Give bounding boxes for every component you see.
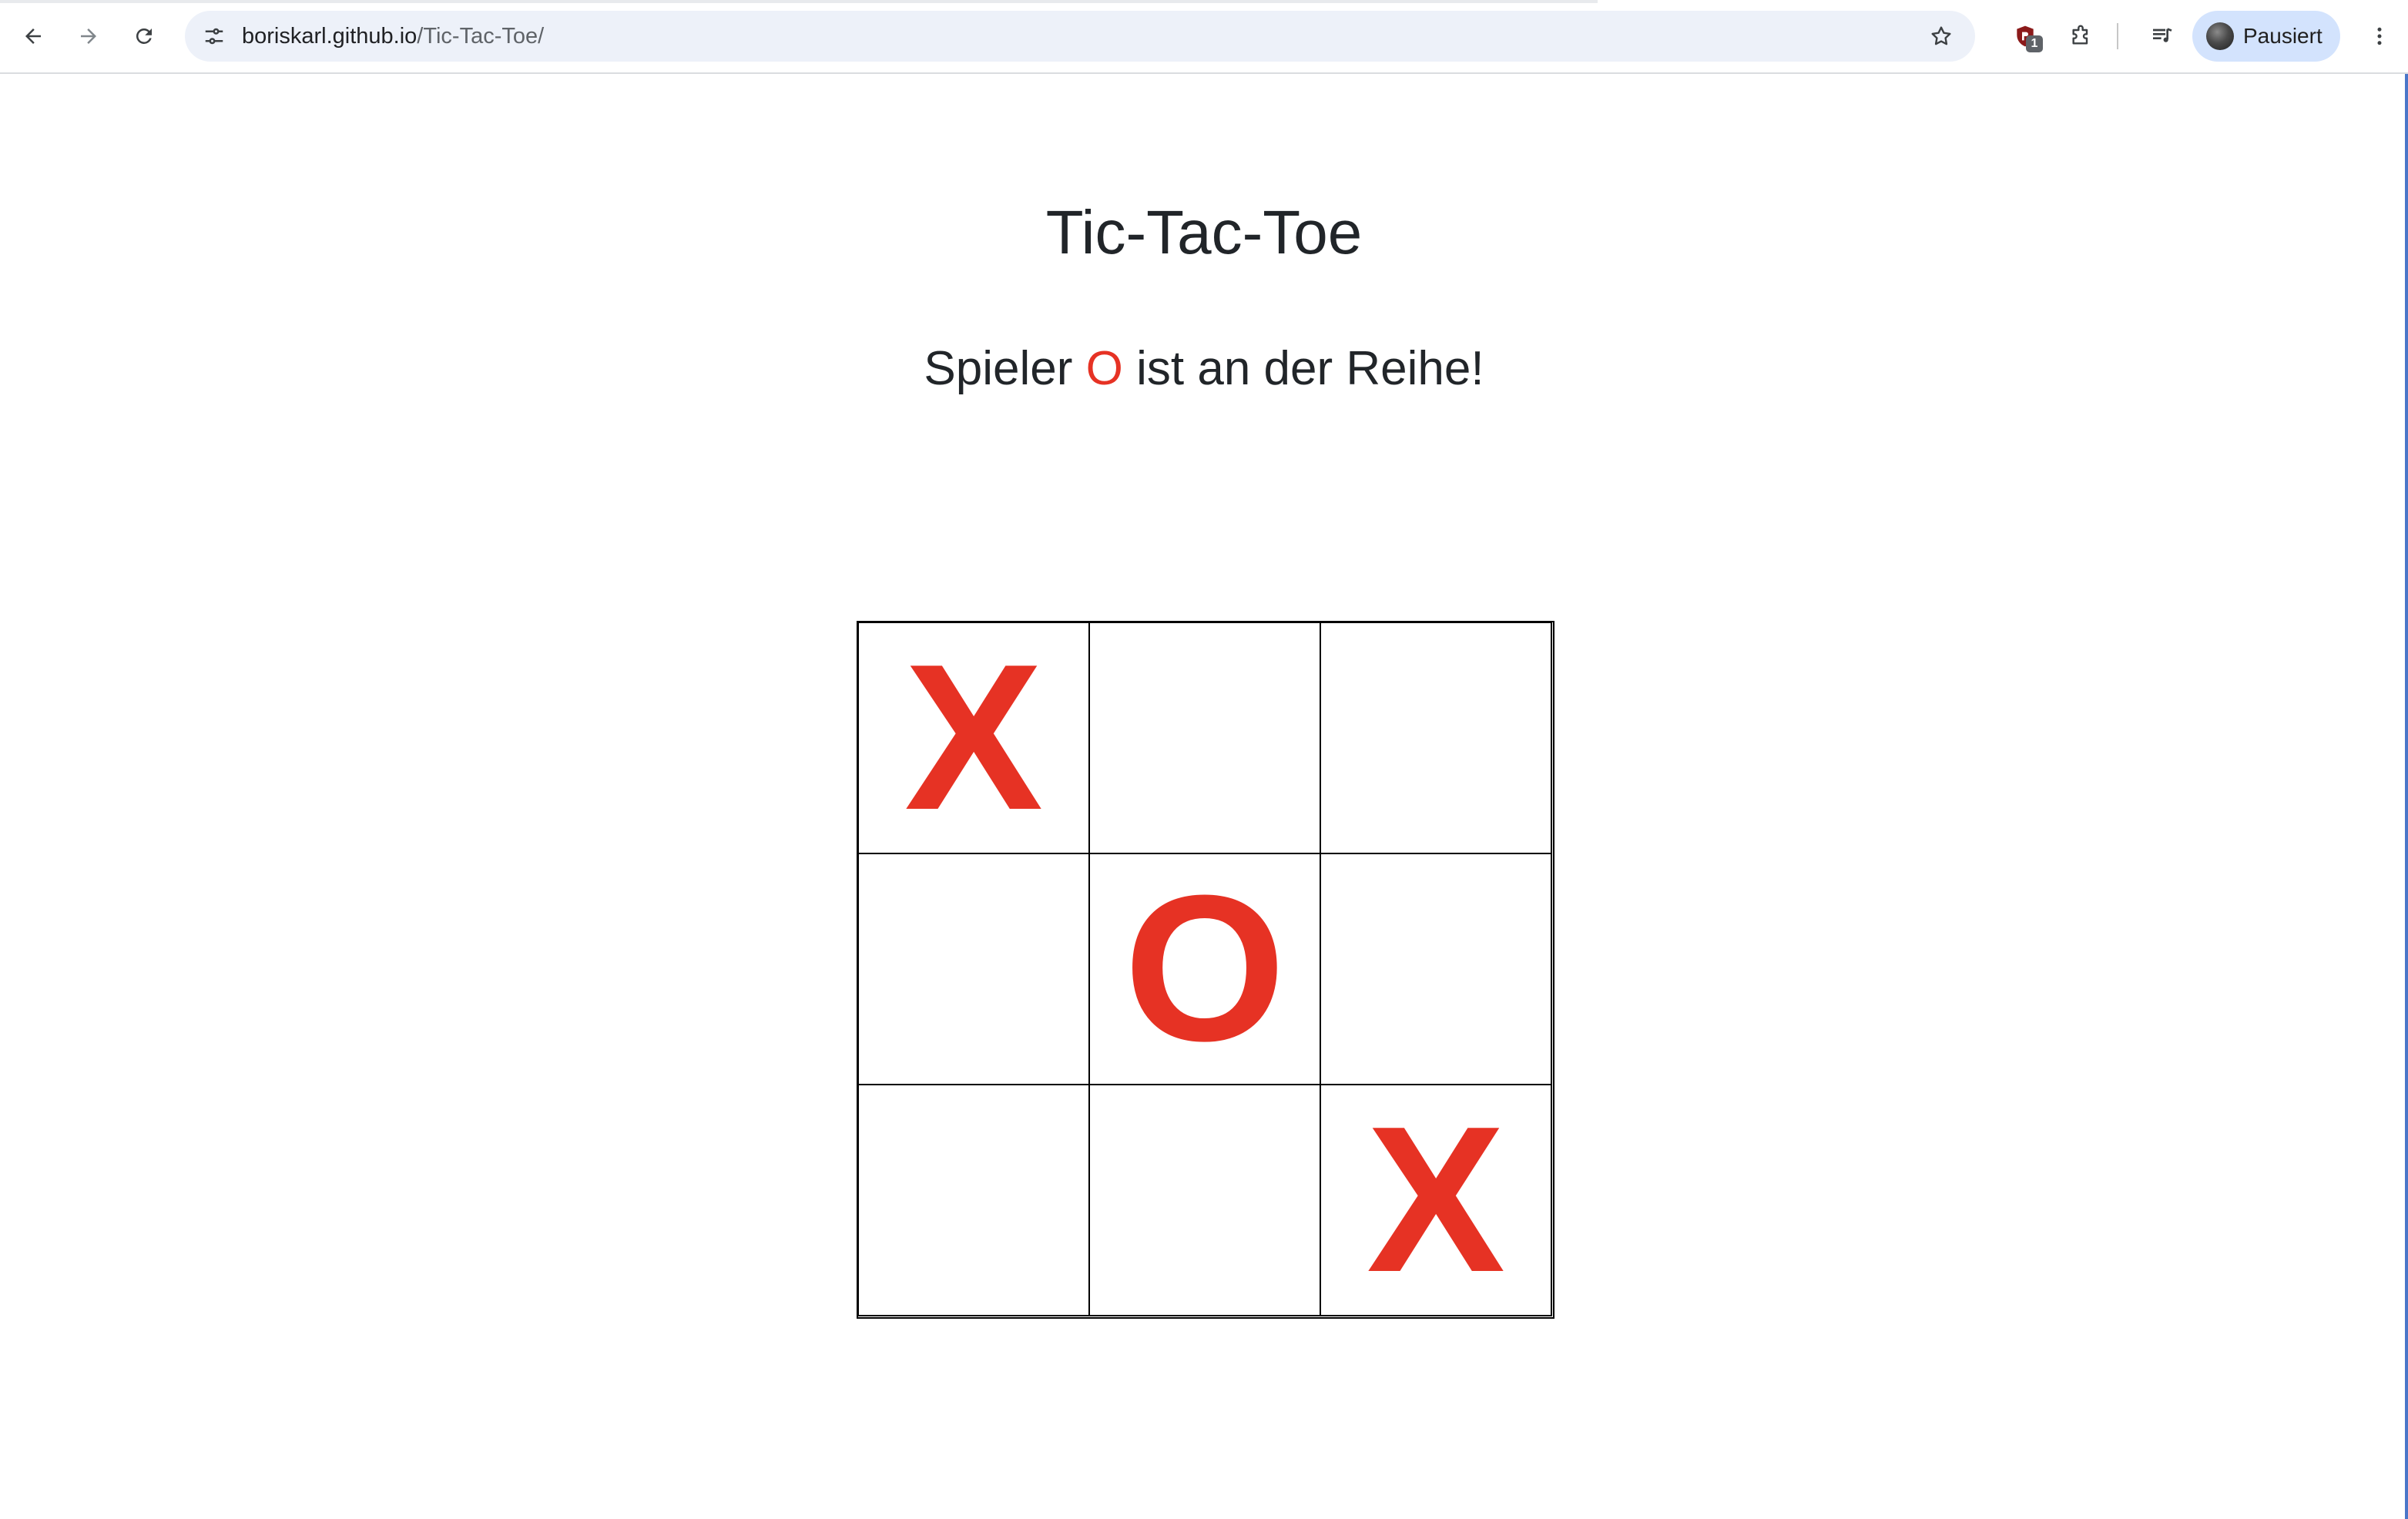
profile-status-label: Pausiert — [2243, 24, 2322, 48]
kebab-menu-icon — [2377, 27, 2382, 45]
browser-menu-button[interactable] — [2360, 17, 2399, 55]
status-suffix: ist an der Reihe! — [1136, 342, 1484, 395]
media-queue-icon — [2153, 28, 2172, 42]
address-bar[interactable]: boriskarl.github.io/Tic-Tac-Toe/ — [185, 11, 1975, 62]
board-cell-1[interactable]: X — [857, 622, 1090, 854]
turn-status: Spieler O ist an der Reihe! — [0, 339, 2408, 399]
current-player: O — [1085, 342, 1123, 395]
extension-button[interactable]: 1 — [2006, 17, 2044, 55]
window-edge — [2405, 74, 2408, 1519]
extensions-menu-button[interactable] — [2061, 17, 2100, 55]
status-prefix: Spieler — [924, 342, 1073, 395]
puzzle-icon — [2072, 25, 2088, 45]
board-cell-4[interactable] — [857, 853, 1090, 1085]
reload-icon — [136, 28, 152, 44]
profile-button[interactable]: Pausiert — [2192, 11, 2340, 62]
board-cell-2[interactable] — [1088, 622, 1321, 854]
tune-icon — [205, 28, 223, 45]
extension-badge: 1 — [2026, 35, 2043, 52]
media-controls-button[interactable] — [2143, 17, 2182, 55]
url-path: /Tic-Tac-Toe/ — [417, 24, 545, 49]
game-board: X O X — [857, 621, 1554, 1319]
star-icon — [1931, 26, 1951, 45]
board-cell-8[interactable] — [1088, 1084, 1321, 1316]
toolbar-separator — [2117, 23, 2118, 49]
board-cell-3[interactable] — [1320, 622, 1552, 854]
bookmark-button[interactable] — [1923, 18, 1960, 55]
loading-bar — [0, 0, 1598, 3]
board-cell-7[interactable] — [857, 1084, 1090, 1316]
page-title: Tic-Tac-Toe — [1045, 198, 1363, 267]
board-cell-5[interactable]: O — [1088, 853, 1321, 1085]
avatar — [2206, 22, 2234, 50]
site-info-button[interactable] — [196, 18, 233, 55]
forward-button[interactable] — [69, 17, 108, 55]
board-cell-6[interactable] — [1320, 853, 1552, 1085]
reload-button[interactable] — [125, 17, 163, 55]
back-button[interactable] — [14, 17, 52, 55]
arrow-right-icon — [81, 29, 96, 44]
arrow-left-icon — [25, 29, 41, 44]
url-text[interactable]: boriskarl.github.io/Tic-Tac-Toe/ — [242, 11, 544, 62]
page-content: Tic-Tac-Toe Spieler O ist an der Reihe! … — [0, 74, 2408, 1519]
browser-toolbar: boriskarl.github.io/Tic-Tac-Toe/ 1 Pausi… — [0, 0, 2408, 74]
board-cell-9[interactable]: X — [1320, 1084, 1552, 1316]
url-host: boriskarl.github.io — [242, 24, 418, 49]
